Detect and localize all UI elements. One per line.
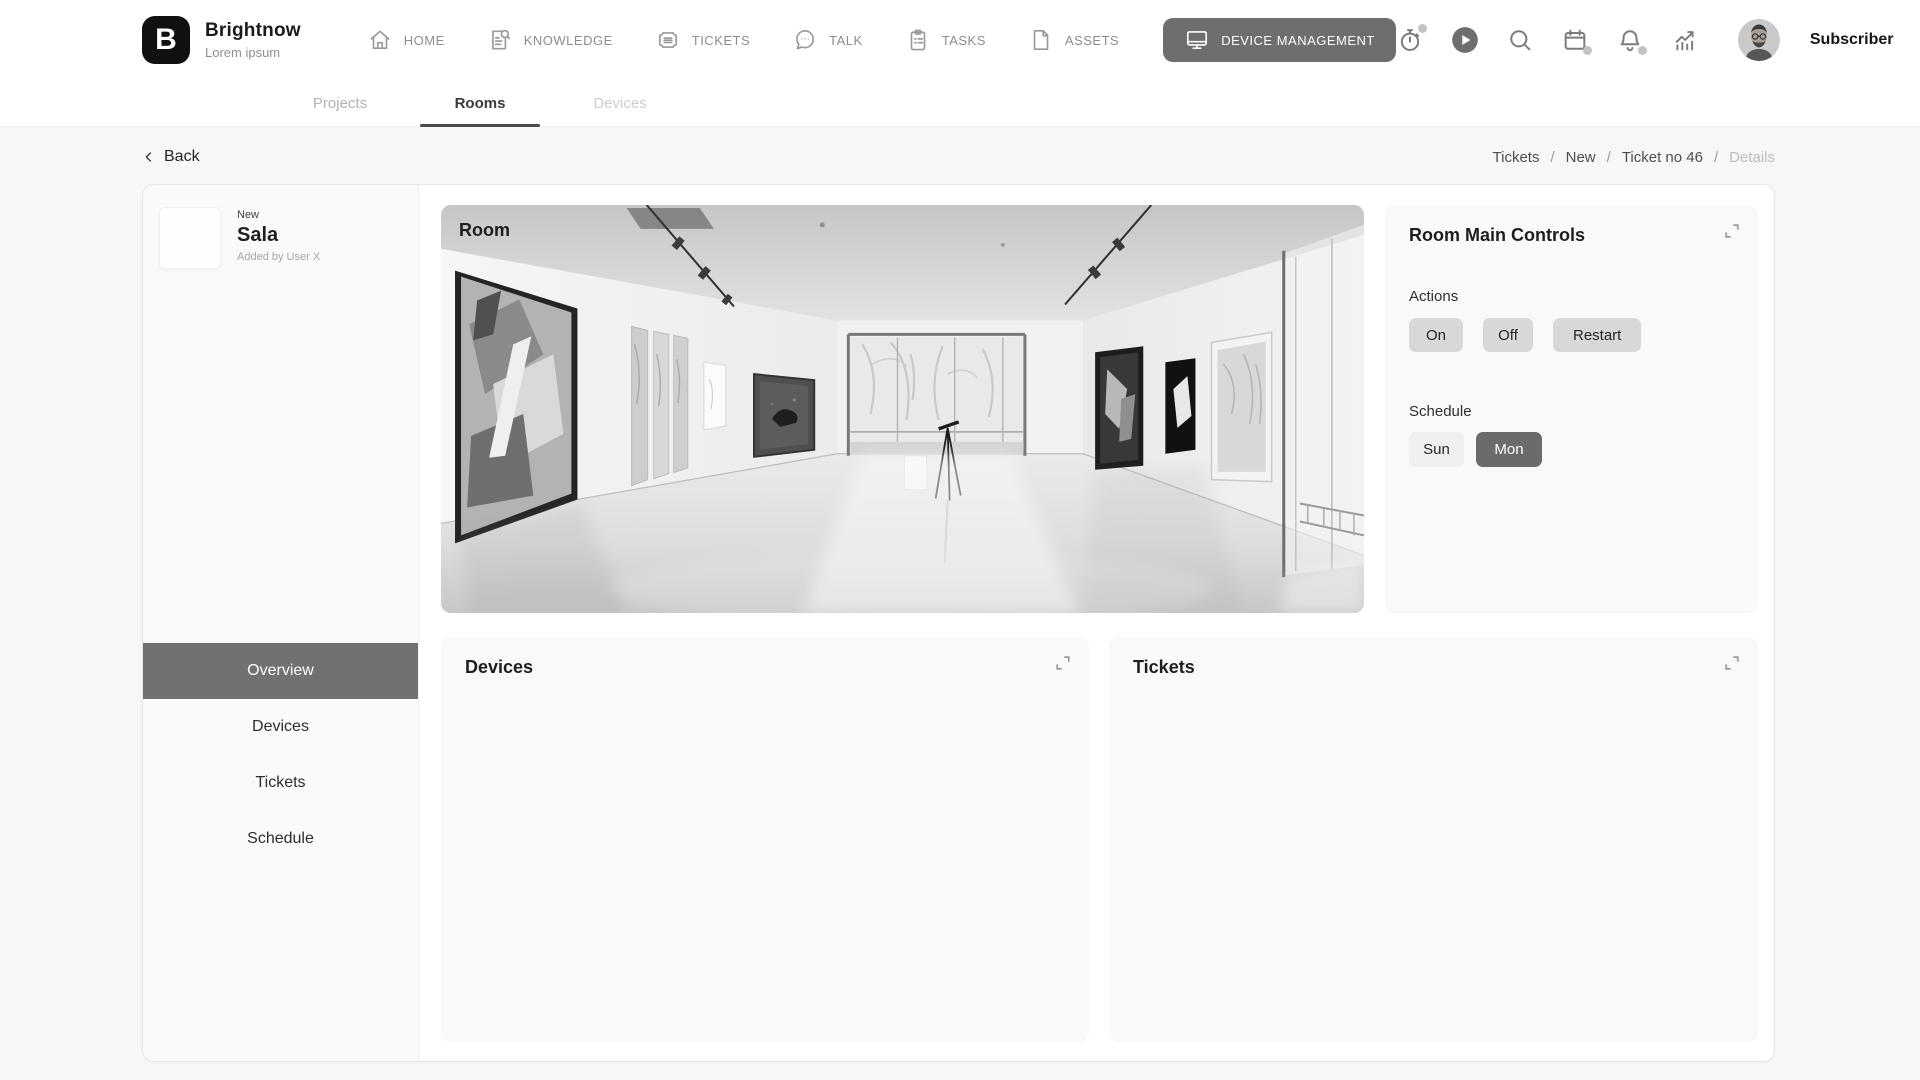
tab-projects[interactable]: Projects [270,80,410,126]
nav-label: KNOWLEDGE [524,33,613,48]
tickets-panel: Tickets [1109,637,1758,1042]
breadcrumb-separator: / [1714,149,1718,166]
notifications-icon[interactable] [1616,26,1644,54]
sidebar-item-devices[interactable]: Devices [143,699,418,755]
expand-icon[interactable] [1054,654,1072,672]
nav-label: HOME [404,33,445,48]
nav-label: TALK [829,33,863,48]
nav-label: TASKS [942,33,986,48]
nav-item-talk[interactable]: TALK [792,27,863,53]
main-content: Room [419,185,1774,1061]
room-header: New Sala Added by User X [143,185,418,269]
chevron-left-icon [142,150,156,164]
back-button[interactable]: Back [142,148,200,166]
actions-label: Actions [1409,288,1734,305]
room-badge: New [237,209,320,221]
sidebar-item-overview[interactable]: Overview [143,643,418,699]
brand-tagline: Lorem ipsum [205,45,301,60]
user-role[interactable]: Subscriber [1810,31,1894,49]
expand-icon[interactable] [1723,654,1741,672]
breadcrumb-details: Details [1729,149,1775,166]
nav-label: TICKETS [692,33,750,48]
calendar-icon[interactable] [1561,26,1589,54]
analytics-icon[interactable] [1671,26,1699,54]
restart-button[interactable]: Restart [1553,318,1641,352]
talk-icon [792,27,818,53]
controls-title: Room Main Controls [1409,225,1734,246]
gallery-room-image [441,205,1364,613]
play-icon[interactable] [1451,26,1479,54]
nav-item-tickets[interactable]: TICKETS [655,27,750,53]
expand-icon[interactable] [1723,222,1741,240]
sun-button[interactable]: Sun [1409,432,1464,467]
room-added-by: Added by User X [237,251,320,263]
breadcrumb: Tickets / New / Ticket no 46 / Details [1493,149,1776,166]
tab-devices[interactable]: Devices [550,80,690,126]
breadcrumb-separator: / [1550,149,1554,166]
search-icon[interactable] [1506,26,1534,54]
nav-item-home[interactable]: HOME [367,27,445,53]
brand[interactable]: B Brightnow Lorem ipsum [142,16,301,64]
notifications-badge [1638,46,1647,55]
mon-button[interactable]: Mon [1476,432,1542,467]
sidebar-item-tickets[interactable]: Tickets [143,755,418,811]
calendar-badge [1583,46,1592,55]
sidebar-nav: Overview Devices Tickets Schedule [143,643,418,867]
room-name: Sala [237,224,320,247]
nav-item-device-management[interactable]: DEVICE MANAGEMENT [1163,18,1396,62]
tab-rooms[interactable]: Rooms [410,80,550,126]
on-button[interactable]: On [1409,318,1463,352]
off-button[interactable]: Off [1483,318,1533,352]
sidebar-item-schedule[interactable]: Schedule [143,811,418,867]
crumb-row: Back Tickets / New / Ticket no 46 / Deta… [142,140,1775,174]
room-panel: Room [441,205,1364,613]
devices-panel: Devices [441,637,1089,1042]
room-panel-title: Room [459,220,510,241]
brand-logo-letter: B [155,23,177,57]
timer-badge [1418,24,1427,33]
brand-logo: B [142,16,190,64]
tickets-title: Tickets [1133,657,1734,678]
brand-name: Brightnow [205,20,301,42]
device-management-icon [1184,27,1210,53]
tasks-icon [905,27,931,53]
page-body: Back Tickets / New / Ticket no 46 / Deta… [0,140,1920,1062]
breadcrumb-ticket-no[interactable]: Ticket no 46 [1622,149,1703,166]
assets-icon [1028,27,1054,53]
section-tabs: Projects Rooms Devices [0,80,1920,127]
nav-item-knowledge[interactable]: KNOWLEDGE [487,27,613,53]
nav-label: DEVICE MANAGEMENT [1221,33,1375,48]
workspace-card: New Sala Added by User X Overview Device… [142,184,1775,1062]
room-main-controls-panel: Room Main Controls Actions On Off Restar… [1385,205,1758,613]
breadcrumb-separator: / [1607,149,1611,166]
home-icon [367,27,393,53]
timer-icon[interactable] [1396,26,1424,54]
actions-buttons: On Off Restart [1409,318,1734,352]
breadcrumb-new[interactable]: New [1566,149,1596,166]
schedule-buttons: Sun Mon [1409,432,1734,467]
room-sidebar: New Sala Added by User X Overview Device… [143,185,419,1061]
nav-label: ASSETS [1065,33,1119,48]
breadcrumb-tickets[interactable]: Tickets [1493,149,1540,166]
knowledge-icon [487,27,513,53]
nav-item-assets[interactable]: ASSETS [1028,27,1119,53]
top-bar: B Brightnow Lorem ipsum HOME KNOWLEDGE T… [0,0,1920,80]
avatar[interactable] [1738,19,1780,61]
room-thumbnail [159,207,221,269]
schedule-label: Schedule [1409,403,1734,420]
main-nav: HOME KNOWLEDGE TICKETS TALK TASKS [367,18,1396,62]
nav-item-tasks[interactable]: TASKS [905,27,986,53]
header-actions: Subscriber [1396,19,1920,61]
back-label: Back [164,148,200,166]
tickets-icon [655,27,681,53]
devices-title: Devices [465,657,1065,678]
